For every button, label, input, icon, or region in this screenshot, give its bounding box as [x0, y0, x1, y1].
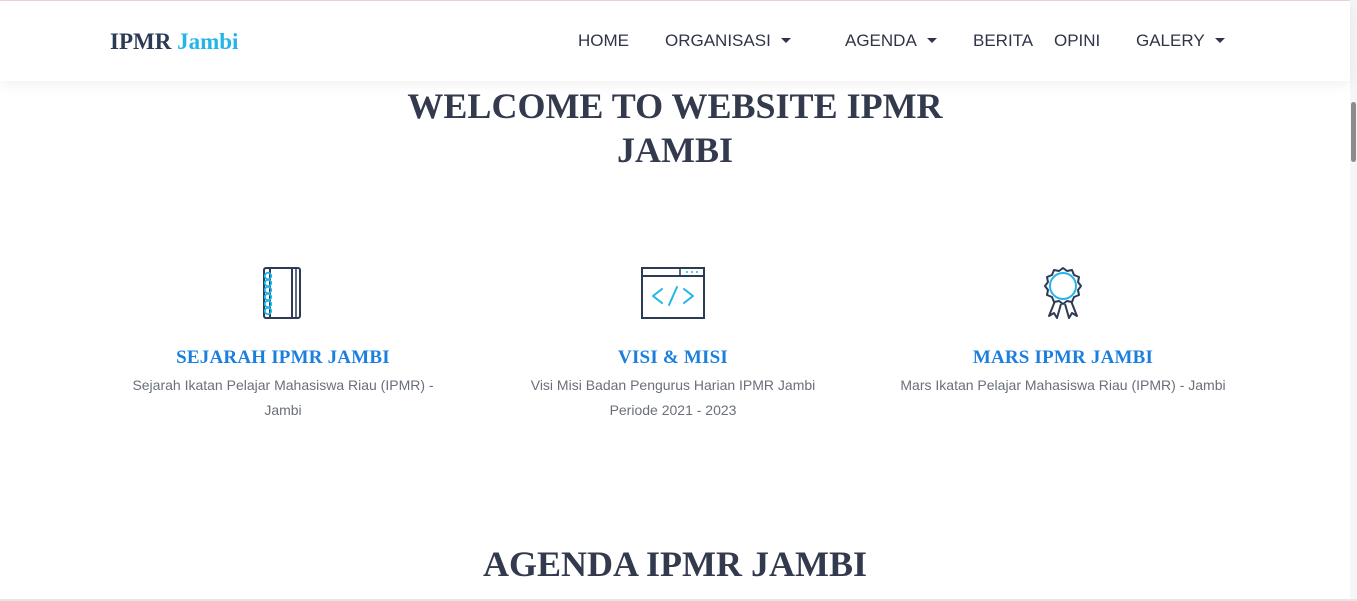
feature-title[interactable]: MARS IPMR JAMBI: [898, 347, 1228, 369]
feature-sejarah: SEJARAH IPMR JAMBI Sejarah Ikatan Pelaja…: [118, 262, 448, 423]
nav-opini[interactable]: OPINI: [1054, 31, 1100, 51]
brand-logo[interactable]: IPMR Jambi: [110, 29, 238, 55]
notebook-icon: [118, 262, 448, 324]
caret-down-icon: [926, 38, 937, 43]
code-window-icon: [508, 262, 838, 324]
agenda-section-title: AGENDA IPMR JAMBI: [483, 544, 867, 584]
nav-organisasi-dropdown[interactable]: ORGANISASI: [665, 31, 791, 51]
feature-mars: MARS IPMR JAMBI Mars Ikatan Pelajar Maha…: [898, 262, 1228, 398]
feature-title[interactable]: VISI & MISI: [508, 347, 838, 369]
nav-berita[interactable]: BERITA: [973, 31, 1033, 51]
hero-title-line2: JAMBI: [617, 130, 733, 170]
feature-desc: Mars Ikatan Pelajar Mahasiswa Riau (IPMR…: [900, 377, 1226, 393]
nav-agenda-dropdown[interactable]: AGENDA: [845, 31, 937, 51]
hero-title: WELCOME TO WEBSITE IPMR JAMBI: [0, 84, 1350, 172]
brand-accent: Jambi: [177, 29, 239, 54]
feature-visi-misi: VISI & MISI Visi Misi Badan Pengurus Har…: [508, 262, 838, 423]
hero-title-line1: WELCOME TO WEBSITE IPMR: [407, 86, 943, 126]
feature-desc: Visi Misi Badan Pengurus Harian IPMR Jam…: [530, 377, 816, 418]
navbar: IPMR Jambi HOME ORGANISASI AGENDA BERITA…: [0, 1, 1350, 81]
award-badge-icon: [898, 262, 1228, 324]
brand-name: IPMR: [110, 29, 172, 54]
nav-galery-label: GALERY: [1136, 31, 1205, 50]
nav-home[interactable]: HOME: [578, 31, 629, 51]
feature-title[interactable]: SEJARAH IPMR JAMBI: [118, 347, 448, 369]
feature-desc: Sejarah Ikatan Pelajar Mahasiswa Riau (I…: [132, 377, 434, 418]
nav-galery-dropdown[interactable]: GALERY: [1136, 31, 1225, 51]
nav-agenda-label: AGENDA: [845, 31, 917, 50]
vertical-scrollbar[interactable]: [1350, 0, 1357, 601]
scrollbar-thumb[interactable]: [1351, 102, 1356, 162]
nav-organisasi-label: ORGANISASI: [665, 31, 771, 50]
caret-down-icon: [780, 38, 791, 43]
caret-down-icon: [1214, 38, 1225, 43]
